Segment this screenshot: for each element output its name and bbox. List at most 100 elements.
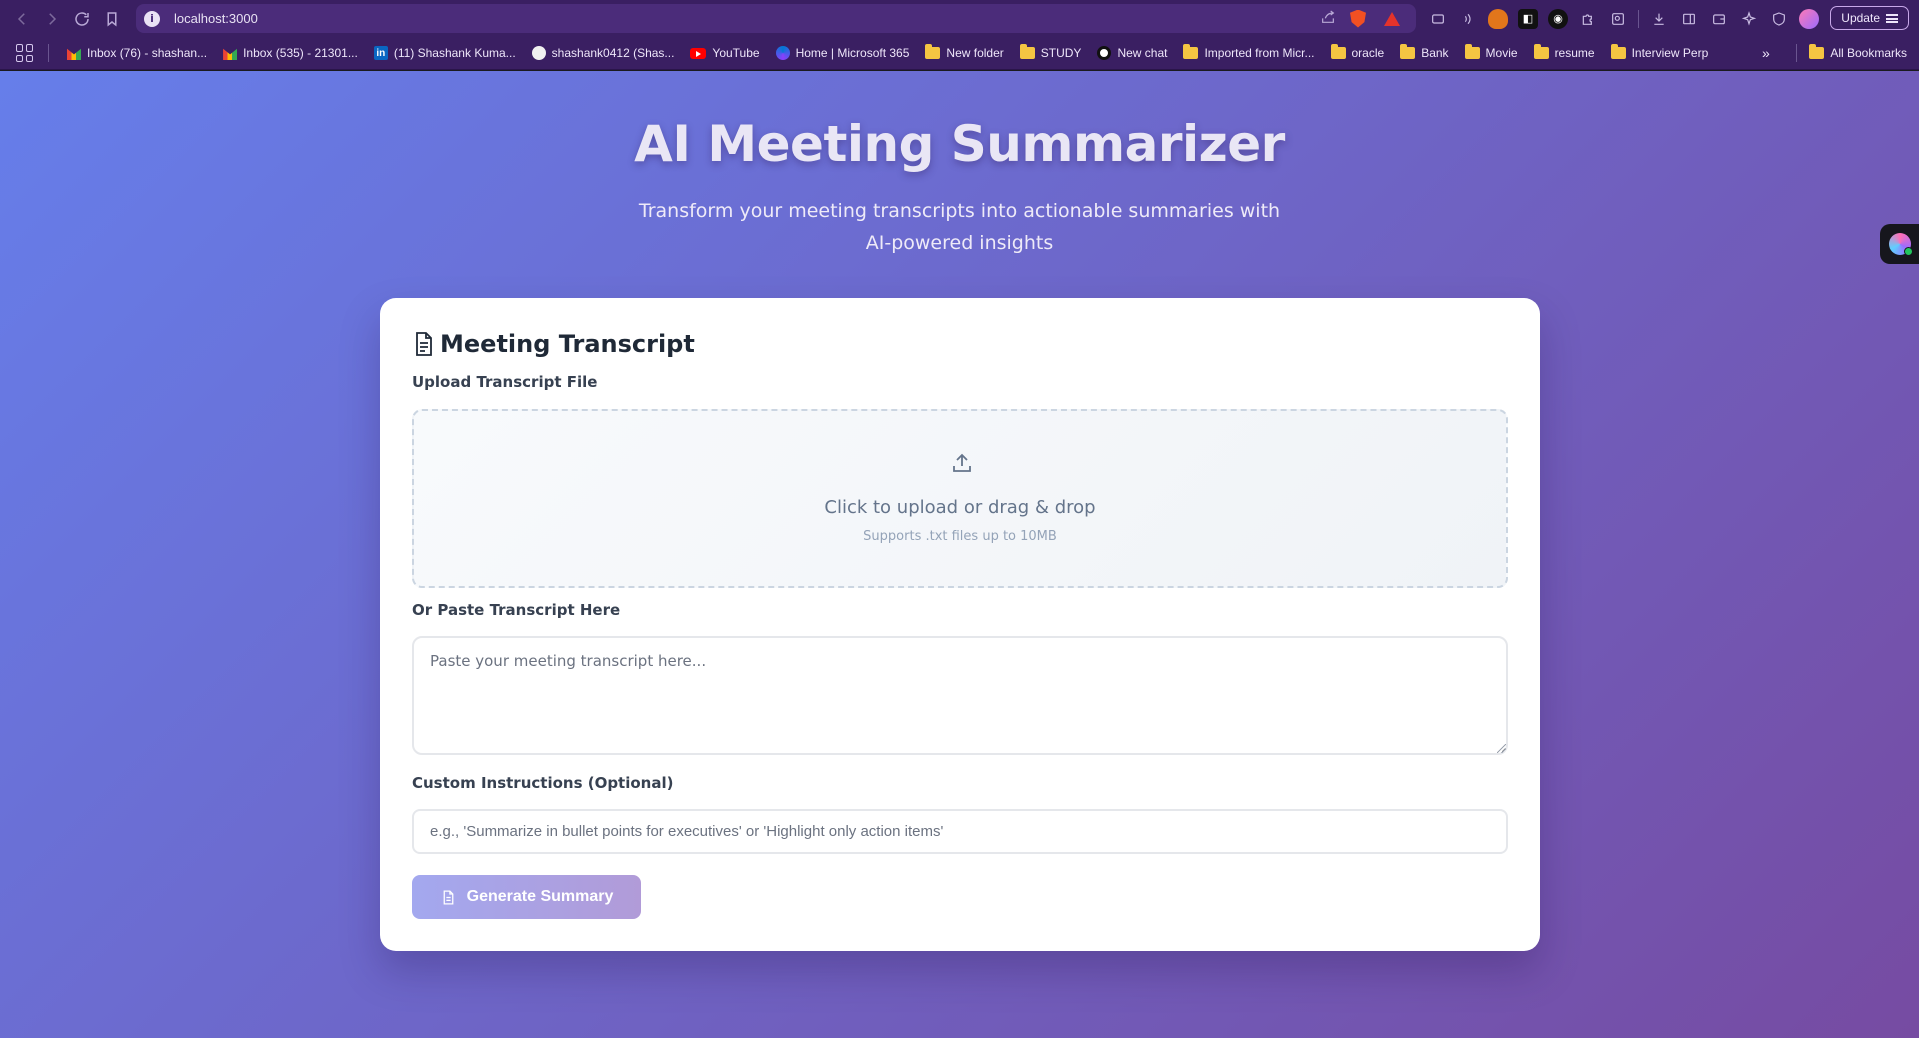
wallet-icon[interactable] [1709, 9, 1729, 29]
bookmark-label: Bank [1421, 46, 1449, 60]
bookmark-item[interactable]: New chat [1089, 46, 1175, 60]
bookmark-icon [107, 11, 117, 27]
brave-shields-icon[interactable] [1350, 9, 1366, 28]
upload-icon [950, 451, 974, 475]
bookmark-item[interactable]: YouTube [682, 46, 767, 60]
bookmark-item[interactable]: Home | Microsoft 365 [768, 46, 918, 60]
all-bookmarks-separator [1796, 44, 1797, 62]
file-dropzone[interactable]: Click to upload or drag & drop Supports … [412, 409, 1508, 588]
transcript-textarea[interactable] [412, 636, 1508, 755]
bookmarks-list: Inbox (76) - shashan... Inbox (535) - 21… [59, 44, 1717, 60]
extensions-separator [1638, 9, 1639, 28]
openai-icon [1097, 46, 1112, 60]
bookmark-folder[interactable]: Bank [1392, 44, 1456, 60]
dropzone-text: Click to upload or drag & drop [824, 497, 1096, 518]
bookmark-item[interactable]: in (11) Shashank Kuma... [366, 46, 524, 60]
bookmark-label: Inbox (76) - shashan... [87, 46, 208, 60]
instructions-input[interactable] [412, 809, 1508, 854]
page-subtitle-line: AI-powered insights [865, 232, 1054, 254]
folder-icon [1610, 44, 1626, 59]
bookmark-label: Home | Microsoft 365 [795, 46, 910, 60]
bookmark-folder[interactable]: STUDY [1012, 44, 1090, 60]
folder-icon [1019, 44, 1035, 59]
nav-controls [8, 5, 126, 33]
forward-button[interactable] [38, 5, 66, 33]
search-page-icon[interactable] [1608, 9, 1628, 29]
bookmark-page-button[interactable] [98, 5, 126, 33]
transcript-card: Meeting Transcript Upload Transcript Fil… [380, 298, 1540, 951]
upload-label: Upload Transcript File [412, 373, 598, 391]
bookmarks-bar: Inbox (76) - shashan... Inbox (535) - 21… [0, 37, 1919, 70]
dropzone-hint: Supports .txt files up to 10MB [863, 529, 1057, 544]
brave-rewards-icon[interactable] [1384, 11, 1400, 26]
bookmark-item[interactable]: Inbox (76) - shashan... [59, 46, 215, 60]
floating-assistant-widget[interactable] [1880, 224, 1919, 264]
bookmark-label: Movie [1485, 46, 1518, 60]
all-bookmarks-label: All Bookmarks [1830, 46, 1907, 60]
bookmark-label: STUDY [1040, 46, 1082, 60]
bookmark-folder[interactable]: Imported from Micr... [1175, 44, 1322, 60]
github-icon [531, 46, 546, 60]
assistant-orb-icon [1888, 233, 1913, 256]
audio-wave-icon[interactable] [1458, 9, 1478, 29]
page-subtitle: Transform your meeting transcripts into … [0, 195, 1919, 259]
bookmark-folder[interactable]: Interview Perp [1603, 44, 1717, 60]
share-icon[interactable] [1320, 9, 1336, 29]
bookmark-label: New folder [946, 46, 1004, 60]
bookmark-label: resume [1554, 46, 1595, 60]
back-button[interactable] [8, 5, 36, 33]
bookmark-label: Imported from Micr... [1204, 46, 1315, 60]
document-icon [443, 889, 454, 905]
bookmark-label: (11) Shashank Kuma... [393, 46, 516, 60]
youtube-icon [690, 47, 707, 59]
profile-avatar-icon[interactable] [1799, 8, 1819, 29]
bookmark-folder[interactable]: Movie [1457, 44, 1526, 60]
site-info-icon[interactable]: i [144, 10, 160, 27]
forward-arrow-icon [49, 12, 57, 25]
update-button[interactable]: Update [1830, 6, 1909, 30]
reload-button[interactable] [68, 5, 96, 33]
extension-dark-icon[interactable]: ◧ [1518, 8, 1538, 29]
textarea-resize-handle[interactable] [1497, 744, 1506, 753]
folder-icon [1400, 44, 1416, 59]
folder-icon [1183, 44, 1199, 59]
sidebar-toggle-icon[interactable] [1679, 9, 1699, 29]
bookmarks-separator [48, 44, 49, 62]
bookmark-folder[interactable]: resume [1526, 44, 1603, 60]
bookmarks-overflow-button[interactable]: » [1762, 45, 1770, 61]
card-title-text: Meeting Transcript [440, 330, 695, 358]
apps-grid-icon[interactable] [16, 44, 34, 62]
leo-ai-icon[interactable] [1739, 9, 1759, 29]
bookmark-label: YouTube [712, 46, 760, 60]
cast-icon[interactable] [1428, 9, 1448, 29]
bookmark-folder[interactable]: New folder [917, 44, 1011, 60]
menu-icon [1886, 13, 1898, 23]
bookmark-label: shashank0412 (Shas... [551, 46, 675, 60]
extension-round-icon[interactable]: ◉ [1548, 8, 1568, 29]
extensions-puzzle-icon[interactable] [1578, 9, 1598, 29]
reload-icon [75, 11, 89, 26]
bookmark-item[interactable]: shashank0412 (Shas... [524, 46, 683, 60]
microsoft-icon [775, 46, 790, 60]
metamask-icon[interactable] [1488, 8, 1508, 29]
generate-summary-label: Generate Summary [466, 888, 614, 905]
address-bar[interactable]: i localhost:3000 [136, 4, 1416, 33]
folder-icon [1533, 44, 1549, 59]
bookmark-label: New chat [1117, 46, 1168, 60]
folder-icon [1330, 44, 1346, 59]
bookmark-folder[interactable]: oracle [1323, 44, 1393, 60]
paste-label: Or Paste Transcript Here [412, 601, 621, 619]
back-arrow-icon [17, 12, 25, 25]
generate-summary-button[interactable]: Generate Summary [412, 875, 641, 919]
page-viewport: AI Meeting Summarizer Transform your mee… [0, 71, 1919, 1038]
download-icon[interactable] [1649, 9, 1669, 29]
vpn-shield-icon[interactable] [1769, 9, 1789, 29]
all-bookmarks-button[interactable]: All Bookmarks [1809, 44, 1907, 60]
bookmark-item[interactable]: Inbox (535) - 21301... [215, 46, 366, 60]
bookmark-label: oracle [1351, 46, 1385, 60]
bookmark-label: Interview Perp [1631, 46, 1709, 60]
gmail-icon [223, 48, 238, 60]
bookmark-label: Inbox (535) - 21301... [243, 46, 358, 60]
folder-icon [1464, 44, 1480, 59]
address-url[interactable]: localhost:3000 [174, 11, 258, 26]
